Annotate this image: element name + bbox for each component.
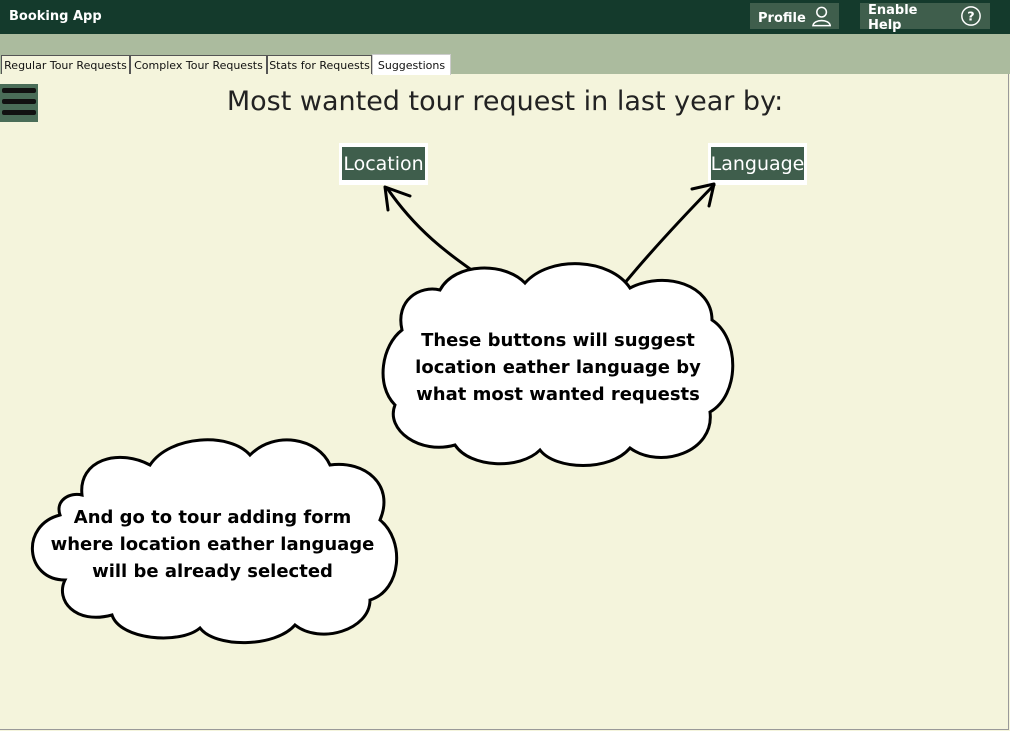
cloud-text-2-line: where location eather language — [50, 534, 375, 555]
cloud-text-1: These buttons will suggest location eath… — [393, 327, 723, 408]
arrow-to-language — [617, 183, 716, 292]
cloud-text-2: And go to tour adding form where locatio… — [35, 504, 390, 585]
cloud-text-2-line: And go to tour adding form — [73, 507, 352, 528]
cloud-text-1-line: what most wanted requests — [416, 384, 700, 405]
cloud-text-2-line: will be already selected — [92, 561, 333, 582]
arrow-to-location — [385, 186, 489, 283]
cloud-text-1-line: location eather language by — [415, 357, 701, 378]
cloud-text-1-line: These buttons will suggest — [421, 330, 695, 351]
